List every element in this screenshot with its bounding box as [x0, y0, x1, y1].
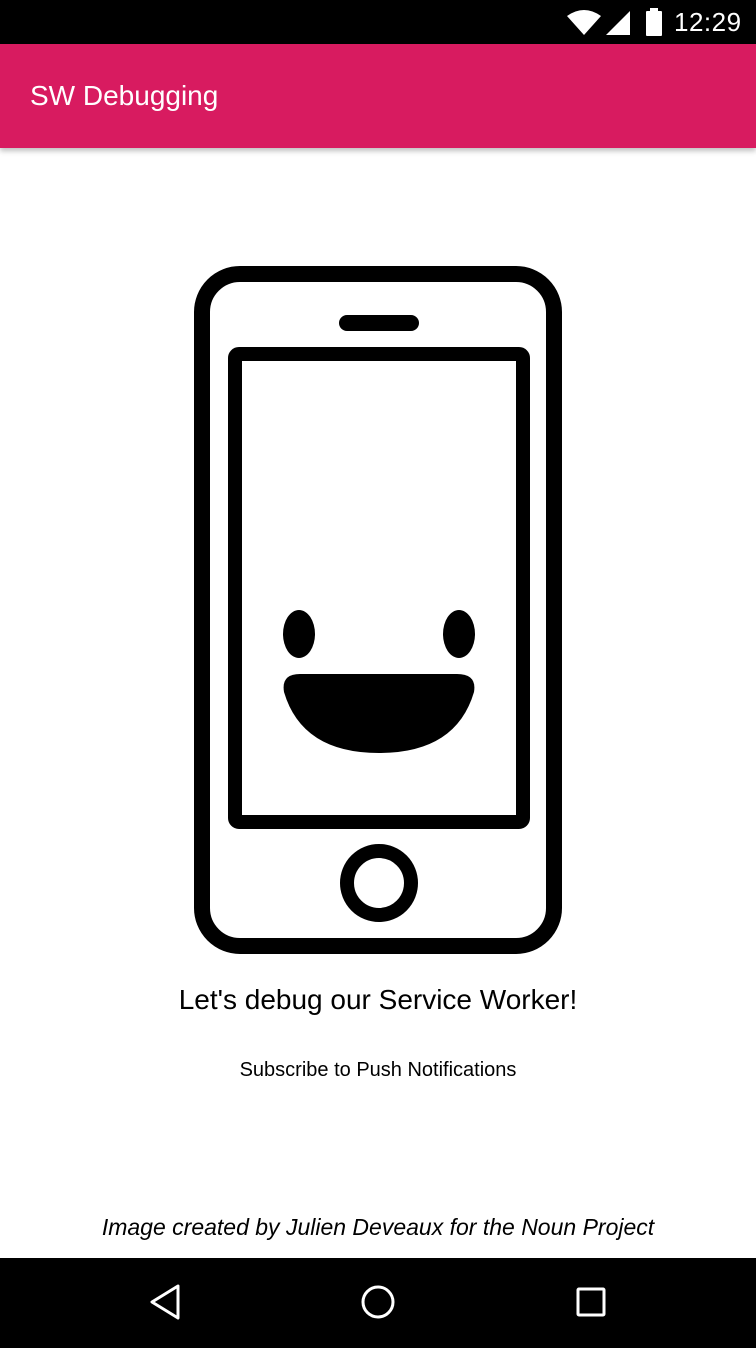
wifi-icon [567, 10, 601, 35]
status-bar: 12:29 [0, 0, 756, 44]
battery-icon [646, 8, 662, 36]
headline: Let's debug our Service Worker! [178, 984, 578, 1015]
image-credit: Image created by Julien Deveaux for the … [101, 1214, 655, 1240]
subscribe-push-button[interactable]: Subscribe to Push Notifications [214, 1048, 542, 1092]
cell-signal-icon [606, 11, 630, 35]
smiling-phone-icon [194, 266, 562, 954]
recents-icon[interactable] [560, 1278, 620, 1326]
app-title: SW Debugging [30, 80, 219, 111]
app-bar: SW Debugging [0, 44, 756, 148]
home-icon[interactable] [348, 1278, 408, 1326]
status-time: 12:29 [674, 7, 742, 37]
navigation-bar [0, 1258, 756, 1348]
back-icon[interactable] [134, 1278, 194, 1326]
